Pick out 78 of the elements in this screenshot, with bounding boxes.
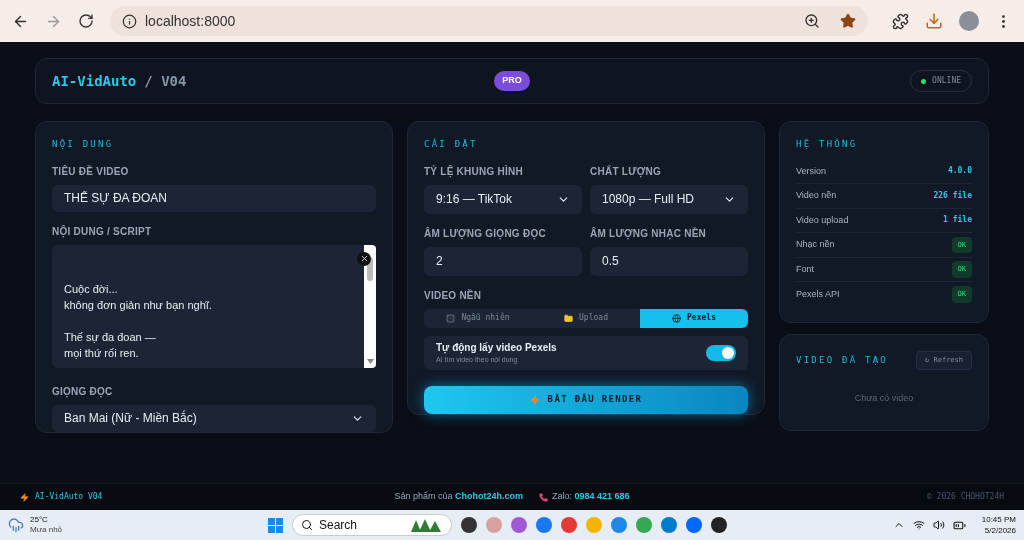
render-button[interactable]: BẮT ĐẦU RENDER — [424, 386, 748, 414]
field-label: ÂM LƯỢNG GIỌNG ĐỌC — [424, 226, 547, 241]
pro-badge: PRO — [494, 71, 530, 91]
field-label: GIỌNG ĐỌC — [52, 384, 114, 399]
system-label: Pexels API — [796, 287, 840, 301]
music-volume-field[interactable]: 0.5 — [590, 246, 748, 276]
product-credit: Sản phẩm của Chohot24h.com — [394, 490, 523, 504]
temperature-text: 25°C — [30, 515, 49, 525]
auto-fetch-title: Tự động lấy video Pexels — [436, 341, 558, 356]
quality-select[interactable]: 1080p — Full HD — [590, 184, 748, 214]
field-label: NỘI DUNG / SCRIPT — [52, 224, 153, 239]
close-icon — [359, 254, 369, 264]
script-textarea[interactable]: Cuộc đời... không đơn giản như bạn nghĩ. Thế sự đa đoan — mọi thứ rối ren. — [52, 244, 376, 368]
empty-message: Chưa có video — [853, 391, 915, 405]
brand-title: AI-VidAuto — [52, 71, 137, 91]
phone-icon — [539, 492, 548, 502]
source-tab[interactable]: Ngẫu nhiên — [424, 308, 532, 329]
system-label: Font — [796, 262, 814, 276]
start-icon[interactable] — [268, 517, 283, 533]
system-label: Version — [796, 164, 827, 178]
copyright-text: © 2026 CHOHOT24H — [926, 491, 1004, 503]
url-text: localhost:8000 — [145, 11, 237, 31]
script-line: Cuộc đời... — [64, 281, 119, 297]
globe-icon — [672, 313, 682, 323]
lightning-icon — [20, 492, 29, 502]
toggle-switch[interactable] — [706, 345, 736, 361]
taskbar-search[interactable]: Search — [292, 514, 452, 536]
download-icon[interactable] — [925, 12, 943, 30]
system-label: Video nền — [796, 189, 837, 202]
zalo-contact: Zalo: 0984 421 686 — [552, 490, 630, 504]
field-label: TỶ LỆ KHUNG HÌNH — [424, 164, 524, 179]
lightning-icon — [529, 395, 540, 405]
voice-select[interactable]: Ban Mai (Nữ - Miền Bắc) — [52, 404, 376, 432]
clear-button[interactable] — [357, 251, 371, 266]
system-value: 1 file — [943, 214, 972, 227]
weather-text: Mưa nhỏ — [30, 525, 63, 535]
app-icon[interactable] — [711, 517, 727, 533]
clock-date: 5/2/2026 — [983, 525, 1016, 536]
field-label: VIDEO NỀN — [424, 288, 483, 303]
wifi-icon[interactable] — [912, 519, 925, 531]
source-tab[interactable]: Pexels — [640, 308, 748, 329]
script-line: Thế sự đa đoan — — [64, 329, 157, 345]
panel-title: NỘI DUNG — [52, 138, 115, 151]
zoom-icon[interactable] — [804, 13, 820, 29]
panel-title: CÀI ĐẶT — [424, 138, 479, 151]
version-text: / V04 — [144, 71, 187, 91]
script-line: mọi thứ rối ren. — [64, 345, 140, 361]
system-value: 4.0.0 — [947, 165, 972, 178]
clock-time: 10:45 PM — [981, 514, 1016, 525]
address-bar[interactable]: localhost:8000 — [110, 6, 868, 36]
panel-title: HỆ THỐNG — [796, 138, 859, 151]
system-label: Video upload — [796, 213, 849, 227]
dice-icon — [446, 313, 456, 323]
script-line: không đơn giản như bạn nghĩ. — [64, 297, 213, 313]
panel-title: VIDEO ĐÃ TẠO — [796, 353, 889, 367]
ratio-select[interactable]: 9:16 — TikTok — [424, 184, 582, 214]
scrollbar[interactable] — [364, 244, 376, 368]
volume-icon[interactable] — [932, 519, 945, 531]
extensions-icon[interactable] — [892, 12, 909, 30]
weather-icon[interactable] — [8, 517, 24, 533]
reload-icon[interactable] — [78, 13, 94, 29]
source-tab[interactable]: Upload — [532, 308, 640, 329]
field-label: ÂM LƯỢNG NHẠC NỀN — [590, 226, 708, 241]
system-label: Nhạc nền — [796, 238, 835, 251]
title-field[interactable]: THẾ SỰ ĐA ĐOAN — [52, 184, 376, 212]
field-label: TIÊU ĐỀ VIDEO — [52, 164, 130, 179]
app-icon[interactable] — [461, 517, 477, 533]
star-icon[interactable] — [840, 13, 856, 29]
folder-icon — [564, 313, 574, 323]
profile-avatar[interactable] — [959, 11, 979, 31]
scroll-down-icon[interactable] — [366, 358, 374, 364]
trees-icon — [409, 518, 443, 532]
system-value: 226 file — [933, 189, 972, 202]
info-icon[interactable] — [122, 13, 137, 29]
footer-brand: AI-VidAuto V04 — [35, 491, 103, 503]
voice-volume-field[interactable]: 2 — [424, 246, 582, 276]
field-label: CHẤT LƯỢNG — [590, 164, 662, 179]
search-icon — [301, 519, 313, 531]
